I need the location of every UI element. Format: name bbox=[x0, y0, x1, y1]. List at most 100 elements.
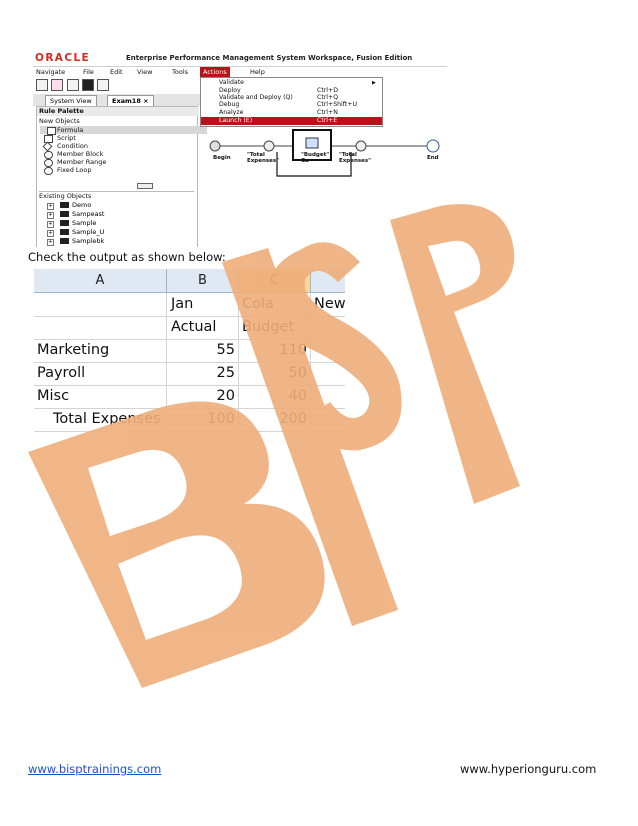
expand-icon[interactable]: + bbox=[47, 239, 54, 246]
launch-icon[interactable] bbox=[97, 79, 109, 91]
rule-palette: Rule Palette New Objects Formula Script … bbox=[36, 106, 207, 247]
tree-item-label: Sampeast bbox=[72, 210, 105, 218]
close-icon[interactable]: × bbox=[143, 97, 148, 105]
menu-item-label: Validate bbox=[219, 79, 244, 86]
database-icon bbox=[60, 229, 69, 235]
menu-actions[interactable]: Actions bbox=[200, 67, 230, 77]
database-icon bbox=[60, 211, 69, 217]
cell-a6[interactable]: Total Expenses bbox=[53, 408, 161, 431]
menu-bar: Navigate File Edit View Tools Actions He… bbox=[33, 67, 447, 77]
tree-item-label: Samplebk bbox=[72, 237, 105, 245]
menu-item-launch[interactable]: Launch (E) Ctrl+E bbox=[201, 117, 382, 125]
palette-item-member-range[interactable]: Member Range bbox=[44, 158, 106, 167]
menu-item-analyze[interactable]: Analyze Ctrl+N bbox=[201, 109, 382, 117]
splitter-handle[interactable] bbox=[137, 183, 153, 189]
column-header-b[interactable]: B bbox=[167, 269, 239, 293]
menu-edit[interactable]: Edit bbox=[110, 68, 123, 76]
tab-exam18[interactable]: Exam18 × bbox=[107, 95, 154, 106]
footer-link-bisptrainings[interactable]: www.bisptrainings.com bbox=[28, 762, 161, 776]
cell-b2[interactable]: Actual bbox=[171, 316, 216, 339]
menu-view[interactable]: View bbox=[137, 68, 152, 76]
menu-help[interactable]: Help bbox=[250, 68, 265, 76]
expand-icon[interactable]: + bbox=[47, 203, 54, 210]
cell-c2[interactable]: Budget bbox=[242, 316, 294, 339]
oracle-screenshot: ORACLE Enterprise Performance Management… bbox=[33, 51, 447, 247]
submenu-arrow-icon: ▶ bbox=[372, 80, 376, 86]
cell-c5[interactable]: 40 bbox=[239, 385, 307, 408]
palette-item-condition[interactable]: Condition bbox=[42, 141, 89, 152]
menu-item-label: Launch (E) bbox=[219, 117, 253, 124]
palette-item-label: Formula bbox=[57, 126, 84, 134]
menu-item-shortcut: Ctrl+E bbox=[317, 117, 338, 124]
tree-item-sample-u[interactable]: + Sample_U bbox=[47, 228, 104, 237]
tree-item-sample[interactable]: + Sample bbox=[47, 219, 96, 228]
menu-tools[interactable]: Tools bbox=[172, 68, 188, 76]
expand-icon[interactable]: + bbox=[47, 230, 54, 237]
cell-a3[interactable]: Marketing bbox=[37, 339, 109, 362]
menu-item-validate[interactable]: Validate ▶ bbox=[201, 79, 382, 87]
tree-item-sampeast[interactable]: + Sampeast bbox=[47, 210, 105, 219]
menu-item-debug[interactable]: Debug Ctrl+Shift+U bbox=[201, 101, 382, 109]
delete-icon[interactable] bbox=[51, 79, 63, 91]
cell-b1[interactable]: Jan bbox=[171, 293, 193, 316]
caption-text: Check the output as shown below: bbox=[28, 250, 226, 264]
cell-b4[interactable]: 25 bbox=[167, 362, 235, 385]
oracle-logo: ORACLE bbox=[35, 52, 91, 64]
validate-icon[interactable] bbox=[82, 79, 94, 91]
cell-d1[interactable]: New bbox=[314, 293, 345, 316]
flow-node-total-expenses-2[interactable]: "Total Expenses" bbox=[339, 152, 379, 164]
rule-palette-title: Rule Palette bbox=[37, 107, 199, 116]
cell-c1[interactable]: Cola bbox=[242, 293, 274, 316]
cell-a5[interactable]: Misc bbox=[37, 385, 69, 408]
cell-a4[interactable]: Payroll bbox=[37, 362, 85, 385]
palette-item-label: Condition bbox=[57, 142, 89, 150]
palette-item-label: Script bbox=[57, 134, 76, 142]
flow-lines bbox=[209, 129, 440, 177]
column-header-d[interactable] bbox=[311, 269, 345, 293]
grid-line bbox=[310, 293, 311, 445]
column-header-a[interactable]: A bbox=[34, 269, 167, 293]
tab-system-view[interactable]: System View bbox=[45, 95, 97, 106]
palette-item-member-block[interactable]: Member Block bbox=[44, 150, 104, 159]
cell-b5[interactable]: 20 bbox=[167, 385, 235, 408]
flow-node-total-expenses[interactable]: "Total Expenses" bbox=[247, 152, 287, 164]
palette-item-fixed-loop[interactable]: Fixed Loop bbox=[44, 166, 92, 175]
menu-navigate[interactable]: Navigate bbox=[36, 68, 65, 76]
expand-icon[interactable]: + bbox=[47, 221, 54, 228]
footer-text-hyperionguru: www.hyperionguru.com bbox=[460, 762, 597, 776]
menu-item-shortcut: Ctrl+Shift+U bbox=[317, 101, 357, 108]
tree-item-demo[interactable]: + Demo bbox=[47, 201, 92, 210]
actions-dropdown: Validate ▶ Deploy Ctrl+D Validate and Depl… bbox=[200, 77, 383, 127]
cell-c6[interactable]: 200 bbox=[239, 408, 307, 431]
cell-c3[interactable]: 110 bbox=[239, 339, 307, 362]
condition-icon bbox=[42, 141, 53, 152]
rule-flow-diagram: Begin "Total Expenses" "Budget" Ca "Tota… bbox=[201, 126, 447, 247]
cell-c4[interactable]: 50 bbox=[239, 362, 307, 385]
member-range-icon bbox=[44, 159, 53, 167]
database-icon bbox=[60, 202, 69, 208]
palette-item-formula[interactable]: Formula bbox=[40, 126, 207, 135]
database-icon bbox=[60, 220, 69, 226]
flow-node-budget[interactable]: "Budget" Ca bbox=[301, 152, 331, 164]
tree-item-label: Demo bbox=[72, 201, 92, 209]
menu-file[interactable]: File bbox=[83, 68, 94, 76]
grid-line bbox=[34, 431, 345, 432]
title-bar: ORACLE Enterprise Performance Management… bbox=[33, 51, 447, 67]
existing-objects-label: Existing Objects bbox=[39, 191, 194, 200]
flow-end-label: End bbox=[427, 155, 439, 161]
palette-item-script[interactable]: Script bbox=[44, 134, 76, 143]
cell-b3[interactable]: 55 bbox=[167, 339, 235, 362]
menu-item-shortcut: Ctrl+N bbox=[317, 109, 338, 116]
window-title: Enterprise Performance Management System… bbox=[126, 54, 413, 62]
cell-b6[interactable]: 100 bbox=[167, 408, 235, 431]
new-icon[interactable] bbox=[36, 79, 48, 91]
palette-item-label: Member Block bbox=[57, 150, 104, 158]
menu-item-label: Analyze bbox=[219, 109, 244, 116]
tree-item-samplebk[interactable]: + Samplebk bbox=[47, 237, 105, 246]
spreadsheet: A B C Jan Cola New Actual Budget Marketi… bbox=[34, 269, 345, 445]
save-icon[interactable] bbox=[67, 79, 79, 91]
palette-item-label: Fixed Loop bbox=[57, 166, 92, 174]
column-header-c[interactable]: C bbox=[239, 269, 311, 293]
expand-icon[interactable]: + bbox=[47, 212, 54, 219]
menu-item-label: Debug bbox=[219, 101, 240, 108]
